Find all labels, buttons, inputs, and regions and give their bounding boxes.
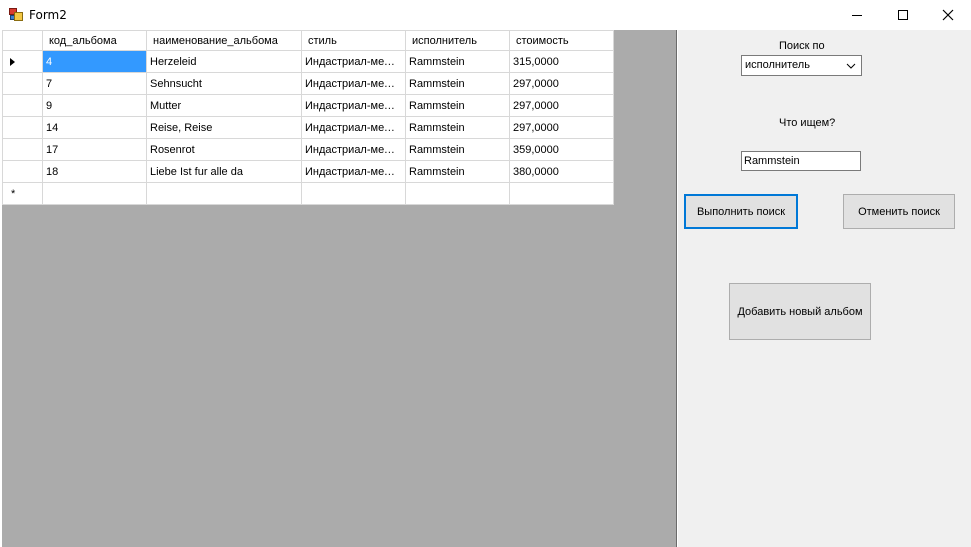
- column-header-style[interactable]: стиль: [301, 30, 406, 51]
- current-row-arrow-icon: [10, 58, 15, 66]
- cell-album-name[interactable]: Liebe Ist fur alle da: [146, 160, 302, 183]
- header-row: код_альбома наименование_альбома стиль и…: [2, 30, 614, 51]
- cell-artist[interactable]: Rammstein: [405, 50, 510, 73]
- cell-album-id[interactable]: [42, 182, 147, 205]
- cell-album-name[interactable]: Herzeleid: [146, 50, 302, 73]
- cell-album-name[interactable]: Reise, Reise: [146, 116, 302, 139]
- app-icon: [9, 8, 23, 21]
- cancel-search-button[interactable]: Отменить поиск: [843, 194, 955, 229]
- cell-price[interactable]: 297,0000: [509, 94, 614, 117]
- cell-price[interactable]: 315,0000: [509, 50, 614, 73]
- cell-style[interactable]: Индастриал-метал: [301, 72, 406, 95]
- cell-price[interactable]: 297,0000: [509, 116, 614, 139]
- maximize-button[interactable]: [880, 0, 926, 30]
- column-header-price[interactable]: стоимость: [509, 30, 614, 51]
- cell-album-id[interactable]: 4: [42, 50, 147, 73]
- new-row-marker: *: [11, 188, 16, 200]
- corner-header[interactable]: [2, 30, 43, 51]
- cell-album-name[interactable]: Rosenrot: [146, 138, 302, 161]
- search-by-select[interactable]: исполнитель: [741, 55, 862, 76]
- title-bar: Form2: [0, 0, 971, 30]
- table-row[interactable]: 14 Reise, Reise Индастриал-метал Rammste…: [2, 116, 614, 139]
- search-by-label: Поиск по: [779, 40, 825, 52]
- cell-artist[interactable]: Rammstein: [405, 94, 510, 117]
- search-by-selected-value: исполнитель: [745, 59, 810, 71]
- column-header-artist[interactable]: исполнитель: [405, 30, 510, 51]
- table-row[interactable]: 18 Liebe Ist fur alle da Индастриал-мета…: [2, 160, 614, 183]
- cell-price[interactable]: [509, 182, 614, 205]
- row-header[interactable]: [2, 72, 43, 95]
- cell-artist[interactable]: Rammstein: [405, 160, 510, 183]
- cell-style[interactable]: Индастриал-метал: [301, 94, 406, 117]
- cell-album-id[interactable]: 18: [42, 160, 147, 183]
- row-header[interactable]: [2, 50, 43, 73]
- column-header-album-id[interactable]: код_альбома: [42, 30, 147, 51]
- table-row[interactable]: 9 Mutter Индастриал-метал Rammstein 297,…: [2, 94, 614, 117]
- cell-album-name[interactable]: [146, 182, 302, 205]
- albums-table: код_альбома наименование_альбома стиль и…: [2, 30, 614, 205]
- table-row[interactable]: 4 Herzeleid Индастриал-метал Rammstein 3…: [2, 50, 614, 73]
- what-label: Что ищем?: [779, 117, 836, 129]
- minimize-icon: [852, 14, 862, 16]
- cell-artist[interactable]: Rammstein: [405, 116, 510, 139]
- table-row[interactable]: 17 Rosenrot Индастриал-метал Rammstein 3…: [2, 138, 614, 161]
- add-album-button[interactable]: Добавить новый альбом: [729, 283, 871, 340]
- cell-album-name[interactable]: Sehnsucht: [146, 72, 302, 95]
- cell-artist[interactable]: Rammstein: [405, 138, 510, 161]
- window-title: Form2: [29, 8, 67, 22]
- cell-style[interactable]: Индастриал-метал: [301, 160, 406, 183]
- search-input[interactable]: Rammstein: [741, 151, 861, 171]
- cell-album-id[interactable]: 17: [42, 138, 147, 161]
- cell-price[interactable]: 297,0000: [509, 72, 614, 95]
- close-button[interactable]: [925, 0, 971, 30]
- cell-album-id[interactable]: 7: [42, 72, 147, 95]
- close-icon: [942, 9, 954, 21]
- cell-price[interactable]: 380,0000: [509, 160, 614, 183]
- cell-artist[interactable]: Rammstein: [405, 72, 510, 95]
- row-header[interactable]: [2, 160, 43, 183]
- row-header[interactable]: [2, 94, 43, 117]
- column-header-album-name[interactable]: наименование_альбома: [146, 30, 302, 51]
- row-header[interactable]: *: [2, 182, 43, 205]
- maximize-icon: [898, 10, 908, 20]
- cell-artist[interactable]: [405, 182, 510, 205]
- cell-album-id[interactable]: 14: [42, 116, 147, 139]
- cell-style[interactable]: [301, 182, 406, 205]
- new-row[interactable]: *: [2, 182, 614, 205]
- cell-price[interactable]: 359,0000: [509, 138, 614, 161]
- data-grid-view[interactable]: код_альбома наименование_альбома стиль и…: [2, 30, 677, 547]
- cell-style[interactable]: Индастриал-метал: [301, 138, 406, 161]
- table-row[interactable]: 7 Sehnsucht Индастриал-метал Rammstein 2…: [2, 72, 614, 95]
- row-header[interactable]: [2, 116, 43, 139]
- search-panel: Поиск по исполнитель Что ищем? Rammstein…: [678, 30, 971, 547]
- cell-album-id[interactable]: 9: [42, 94, 147, 117]
- cell-style[interactable]: Индастриал-метал: [301, 50, 406, 73]
- row-header[interactable]: [2, 138, 43, 161]
- cell-album-name[interactable]: Mutter: [146, 94, 302, 117]
- cell-style[interactable]: Индастриал-метал: [301, 116, 406, 139]
- execute-search-button[interactable]: Выполнить поиск: [684, 194, 798, 229]
- minimize-button[interactable]: [834, 0, 880, 30]
- chevron-down-icon: [846, 63, 856, 69]
